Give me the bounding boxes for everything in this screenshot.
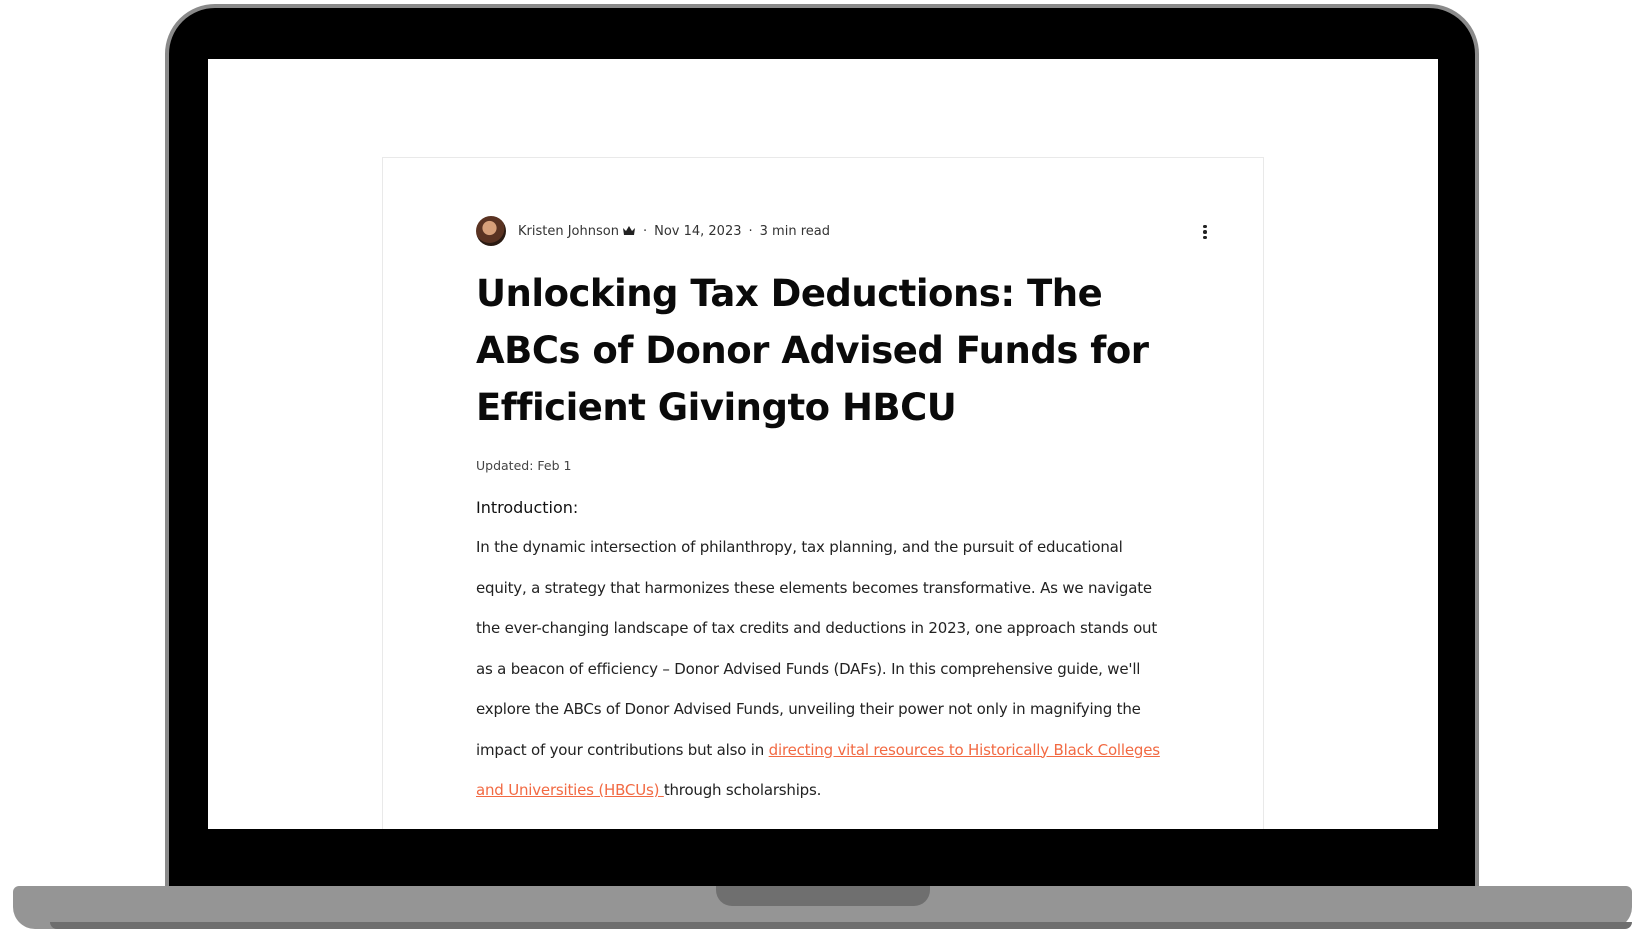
laptop-notch — [716, 886, 930, 906]
intro-heading: Introduction: — [476, 498, 579, 517]
browser-screen: Kristen Johnson · Nov 14, 2023 · 3 min r… — [208, 59, 1438, 829]
crown-icon — [622, 226, 635, 235]
post-date: Nov 14, 2023 — [654, 223, 742, 239]
blog-post-card: Kristen Johnson · Nov 14, 2023 · 3 min r… — [382, 157, 1264, 829]
more-vertical-icon — [1203, 224, 1207, 229]
post-body: In the dynamic intersection of philanthr… — [476, 527, 1176, 811]
read-time: 3 min read — [759, 223, 830, 239]
laptop-mockup: Kristen Johnson · Nov 14, 2023 · 3 min r… — [0, 0, 1632, 929]
laptop-base-edge — [50, 922, 1632, 929]
post-title: Unlocking Tax Deductions: The ABCs of Do… — [476, 272, 1149, 429]
author-avatar[interactable] — [476, 216, 506, 246]
updated-date: Updated: Feb 1 — [476, 458, 572, 473]
post-meta: Kristen Johnson · Nov 14, 2023 · 3 min r… — [476, 216, 1176, 246]
body-text-before-link: In the dynamic intersection of philanthr… — [476, 538, 1158, 759]
more-actions-button[interactable] — [1195, 222, 1215, 242]
meta-separator: · — [748, 223, 753, 239]
body-text-after-link: through scholarships. — [663, 781, 822, 799]
meta-separator: · — [642, 223, 648, 239]
author-name[interactable]: Kristen Johnson — [518, 224, 619, 239]
